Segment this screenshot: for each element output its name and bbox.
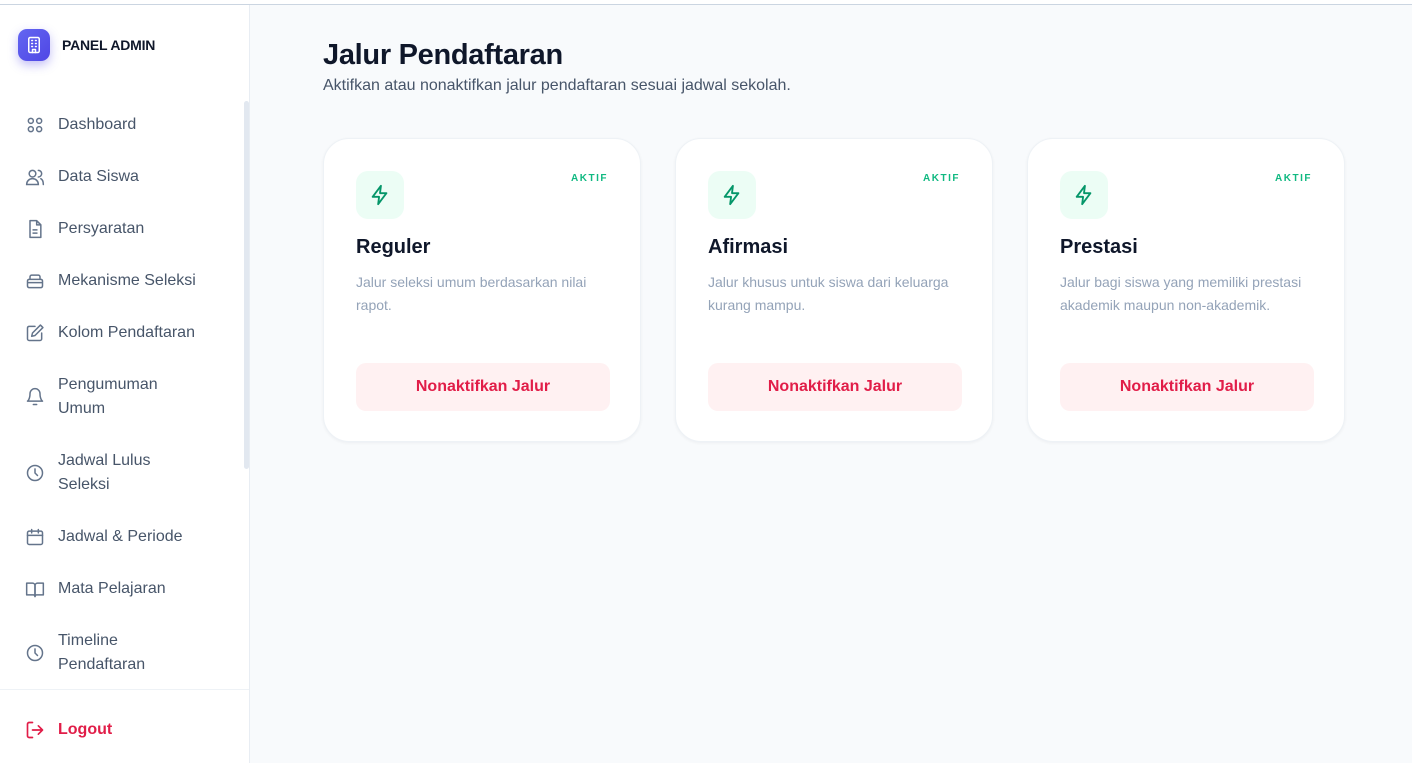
- sidebar-item-label: Pengumuman Umum: [58, 376, 158, 417]
- grid-icon: [24, 114, 46, 136]
- card-description: Jalur bagi siswa yang memiliki prestasi …: [1060, 274, 1302, 313]
- zap-icon: [1060, 171, 1108, 219]
- status-badge: AKTIF: [923, 173, 960, 184]
- clock-icon: [24, 642, 46, 664]
- sidebar-item-kolom-pendaftaran[interactable]: Kolom Pendaftaran: [24, 321, 195, 345]
- logout-button[interactable]: Logout: [24, 718, 112, 742]
- card-title: Afirmasi: [708, 236, 789, 258]
- book-icon: [24, 578, 46, 600]
- layers-icon: [24, 270, 46, 292]
- file-icon: [24, 218, 46, 240]
- sidebar-item-label: Mata Pelajaran: [58, 580, 166, 597]
- sidebar-item-label: Kolom Pendaftaran: [58, 324, 195, 341]
- bell-icon: [24, 386, 46, 408]
- sidebar-item-pengumuman-umum[interactable]: Pengumuman Umum: [24, 373, 158, 421]
- status-badge: AKTIF: [571, 173, 608, 184]
- sidebar-item-label: Data Siswa: [58, 168, 139, 185]
- logout-icon: [24, 719, 46, 741]
- sidebar-scrollbar[interactable]: [244, 101, 249, 469]
- sidebar-item-label: Persyaratan: [58, 220, 145, 237]
- calendar-icon: [24, 526, 46, 548]
- card-title: Prestasi: [1060, 236, 1138, 258]
- page-title: Jalur Pendaftaran: [323, 39, 563, 71]
- sidebar-item-label: Mekanisme Seleksi: [58, 272, 196, 289]
- sidebar-item-mekanisme-seleksi[interactable]: Mekanisme Seleksi: [24, 269, 196, 293]
- sidebar-item-label: Dashboard: [58, 116, 137, 133]
- brand-title: PANEL ADMIN: [62, 37, 156, 53]
- sidebar-item-mata-pelajaran[interactable]: Mata Pelajaran: [24, 577, 166, 601]
- sidebar: PANEL ADMIN Dashboard Data Siswa Persyar…: [0, 5, 250, 763]
- sidebar-item-data-siswa[interactable]: Data Siswa: [24, 165, 139, 189]
- sidebar-item-label: Jadwal & Periode: [58, 528, 183, 545]
- clock-icon: [24, 462, 46, 484]
- deactivate-button[interactable]: Nonaktifkan Jalur: [356, 363, 610, 411]
- sidebar-item-label: Jadwal Lulus Seleksi: [58, 452, 151, 493]
- jalur-card-reguler: AKTIF Reguler Jalur seleksi umum berdasa…: [323, 138, 641, 442]
- main-content: Jalur Pendaftaran Aktifkan atau nonaktif…: [250, 5, 1412, 763]
- card-description: Jalur khusus untuk siswa dari keluarga k…: [708, 274, 949, 313]
- sidebar-item-label: Timeline Pendaftaran: [58, 632, 146, 673]
- window-top-border: [0, 0, 1412, 5]
- sidebar-divider: [0, 689, 249, 690]
- deactivate-button[interactable]: Nonaktifkan Jalur: [708, 363, 962, 411]
- sidebar-item-persyaratan[interactable]: Persyaratan: [24, 217, 144, 241]
- page-subtitle: Aktifkan atau nonaktifkan jalur pendafta…: [323, 77, 791, 94]
- building-icon: [18, 29, 50, 61]
- edit-icon: [24, 322, 46, 344]
- card-title: Reguler: [356, 236, 431, 258]
- zap-icon: [356, 171, 404, 219]
- status-badge: AKTIF: [1275, 173, 1312, 184]
- zap-icon: [708, 171, 756, 219]
- sidebar-item-jadwal-lulus-seleksi[interactable]: Jadwal Lulus Seleksi: [24, 449, 151, 497]
- sidebar-item-timeline-pendaftaran[interactable]: Timeline Pendaftaran: [24, 629, 145, 677]
- users-icon: [24, 166, 46, 188]
- brand: PANEL ADMIN: [18, 29, 155, 61]
- card-description: Jalur seleksi umum berdasarkan nilai rap…: [356, 274, 587, 313]
- jalur-card-afirmasi: AKTIF Afirmasi Jalur khusus untuk siswa …: [675, 138, 993, 442]
- deactivate-button[interactable]: Nonaktifkan Jalur: [1060, 363, 1314, 411]
- jalur-card-prestasi: AKTIF Prestasi Jalur bagi siswa yang mem…: [1027, 138, 1345, 442]
- sidebar-item-jadwal-periode[interactable]: Jadwal & Periode: [24, 525, 183, 549]
- logout-label: Logout: [58, 721, 113, 738]
- sidebar-item-dashboard[interactable]: Dashboard: [24, 113, 136, 137]
